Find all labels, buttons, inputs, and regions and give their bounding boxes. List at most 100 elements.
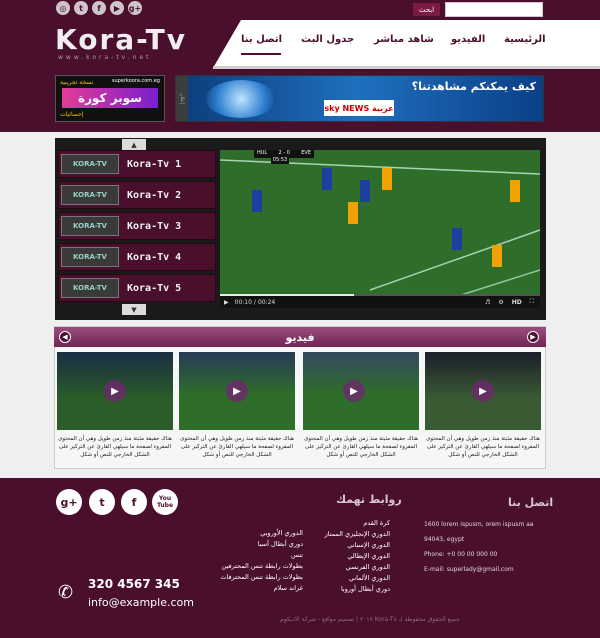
video-thumbnail[interactable]: ▶ <box>179 352 295 430</box>
fullscreen-icon[interactable]: ⛶ <box>530 298 534 306</box>
twitter-icon[interactable]: t <box>89 489 115 515</box>
ad-brand: سوبر كورة <box>62 88 158 108</box>
nav-videos[interactable]: الفيديو <box>451 34 485 45</box>
footer-email[interactable]: info@example.com <box>88 596 194 609</box>
footer-link[interactable]: الدوري الألماني <box>310 573 390 584</box>
nav-divider <box>213 66 600 69</box>
ad-banner-skynews[interactable]: إعلان كيف يمكنكم مشاهدتنا؟ sky NEWS عربي… <box>175 75 544 122</box>
channel-label: Kora-Tv 1 <box>127 158 182 170</box>
channel-item[interactable]: KORA-TV Kora-Tv 5 <box>58 274 216 302</box>
footer-link[interactable]: تنس <box>208 550 303 561</box>
progress-track[interactable] <box>220 294 540 296</box>
footer-link[interactable]: الدوري الفرنسي <box>310 562 390 573</box>
videos-prev-button[interactable]: ◀ <box>59 331 71 343</box>
site-logo-url: www.kora-tv.net <box>58 54 152 61</box>
channel-item[interactable]: KORA-TV Kora-Tv 3 <box>58 212 216 240</box>
ad-skynews-logo: sky NEWS عربية <box>324 100 394 116</box>
video-caption[interactable]: هناك حقيقة مثبتة منذ زمن طويل وهي أن الم… <box>301 435 421 459</box>
facebook-icon[interactable]: f <box>92 1 106 15</box>
footer-link[interactable]: الدوري الإيطالي <box>310 551 390 562</box>
links-column-2: الدوري الأوروبي دوري أبطال آسيا تنس بطول… <box>208 528 303 594</box>
play-icon: ▶ <box>472 380 494 402</box>
volume-icon[interactable]: ♬ <box>485 299 490 306</box>
rss-icon[interactable]: ◎ <box>56 1 70 15</box>
pitch-graphic <box>220 150 540 308</box>
hd-button[interactable]: HD <box>512 299 522 306</box>
ad-banner-superkoora[interactable]: superkoora.com.eg نسخة تجريبية سوبر كورة… <box>55 75 165 122</box>
google-plus-icon[interactable]: g+ <box>56 489 82 515</box>
settings-gear-icon[interactable]: ⚙ <box>498 299 503 306</box>
footer-link[interactable]: بطولات رابطة تنس المحترفات <box>208 572 303 583</box>
links-column-1: كرة القدم الدوري الإنجليزي الممتاز الدور… <box>310 518 390 595</box>
video-caption[interactable]: هناك حقيقة مثبتة منذ زمن طويل وهي أن الم… <box>177 435 297 459</box>
channel-label: Kora-Tv 4 <box>127 251 182 263</box>
channel-item[interactable]: KORA-TV Kora-Tv 4 <box>58 243 216 271</box>
ad-tag: نسخة تجريبية <box>60 79 94 86</box>
play-icon: ▶ <box>226 380 248 402</box>
channel-logo: KORA-TV <box>61 154 119 174</box>
ad-subtitle: إحصائيات <box>60 111 84 118</box>
footer-link[interactable]: الدوري الأوروبي <box>208 528 303 539</box>
footer-link[interactable]: الدوري الإنجليزي الممتاز <box>310 529 390 540</box>
channel-label: Kora-Tv 2 <box>127 189 182 201</box>
channel-logo: KORA-TV <box>61 247 119 267</box>
player-controls: ▶ 00:10 / 00:24 ♬ ⚙ HD ⛶ <box>220 296 540 308</box>
channel-label: Kora-Tv 5 <box>127 282 182 294</box>
footer-link[interactable]: غراند سلام <box>208 583 303 594</box>
play-icon[interactable]: ▶ <box>224 299 229 306</box>
search-button[interactable]: ابحث <box>413 3 440 16</box>
contact-email[interactable]: E-mail: superlady@gmail.com <box>424 562 549 577</box>
channel-item[interactable]: KORA-TV Kora-Tv 2 <box>58 181 216 209</box>
channels-up-button[interactable]: ▲ <box>122 139 146 150</box>
contact-address: 1600 lorem ispusm, orem ispusm aa 94043,… <box>424 521 534 543</box>
phone-icon: ✆ <box>58 582 74 603</box>
time-total: 00:24 <box>257 298 276 306</box>
progress-fill <box>220 294 355 296</box>
channel-logo: KORA-TV <box>61 278 119 298</box>
nav-watch-live[interactable]: شاهد مباشر <box>374 34 434 45</box>
contact-phone: Phone: +0 00 00 000 00 <box>424 551 498 558</box>
youtube-icon[interactable]: You Tube <box>152 489 178 515</box>
channel-label: Kora-Tv 3 <box>127 220 182 232</box>
match-clock: 05:53 <box>271 157 289 164</box>
play-icon: ▶ <box>343 380 365 402</box>
footer-link[interactable]: دوري أبطال أوروبا <box>310 584 390 595</box>
score-away: EVE <box>301 150 311 156</box>
time-current: 00:10 <box>234 298 252 306</box>
video-caption[interactable]: هناك حقيقة مثبتة منذ زمن طويل وهي أن الم… <box>55 435 175 459</box>
video-player[interactable]: HUL 2 - 0 EVE 05:53 <box>220 150 540 308</box>
videos-next-button[interactable]: ▶ <box>527 331 539 343</box>
channel-item[interactable]: KORA-TV Kora-Tv 1 <box>58 150 216 178</box>
copyright: جميع الحقوق محفوظة لـ Kora-Tv ٢٠١٧ | تصم… <box>280 616 460 623</box>
links-title: روابط تهمك <box>336 493 402 506</box>
site-logo[interactable]: Kora-Tv <box>55 23 187 56</box>
facebook-icon[interactable]: f <box>121 489 147 515</box>
channel-logo: KORA-TV <box>61 216 119 236</box>
footer-phone: 320 4567 345 <box>88 577 180 591</box>
youtube-icon[interactable]: ▶ <box>110 1 124 15</box>
ad-side-tag: إعلان <box>176 76 188 121</box>
video-thumbnail[interactable]: ▶ <box>57 352 173 430</box>
twitter-icon[interactable]: t <box>74 1 88 15</box>
ad-globe-graphic <box>206 80 276 118</box>
video-caption[interactable]: هناك حقيقة مثبتة منذ زمن طويل وهي أن الم… <box>423 435 543 459</box>
contact-details: 1600 lorem ispusm, orem ispusm aa 94043,… <box>424 517 549 577</box>
nav-schedule[interactable]: جدول البث <box>301 34 354 45</box>
video-thumbnail[interactable]: ▶ <box>425 352 541 430</box>
nav-contact[interactable]: اتصل بنا <box>241 34 282 45</box>
footer-link[interactable]: كرة القدم <box>310 518 390 529</box>
channel-logo: KORA-TV <box>61 185 119 205</box>
footer-link[interactable]: دوري أبطال آسيا <box>208 539 303 550</box>
nav-active-underline <box>241 53 281 55</box>
nav-home[interactable]: الرئيسية <box>504 34 546 45</box>
score-home: HUL <box>257 150 268 156</box>
footer-link[interactable]: بطولات رابطة تنس المحترفين <box>208 561 303 572</box>
google-plus-icon[interactable]: g+ <box>128 1 142 15</box>
search-input[interactable] <box>445 2 543 17</box>
contact-title: اتصل بنا <box>508 496 554 509</box>
ad-headline: كيف يمكنكم مشاهدتنا؟ <box>411 80 536 93</box>
play-icon: ▶ <box>104 380 126 402</box>
video-thumbnail[interactable]: ▶ <box>303 352 419 430</box>
footer-link[interactable]: الدوري الإسباني <box>310 540 390 551</box>
channels-down-button[interactable]: ▼ <box>122 304 146 315</box>
